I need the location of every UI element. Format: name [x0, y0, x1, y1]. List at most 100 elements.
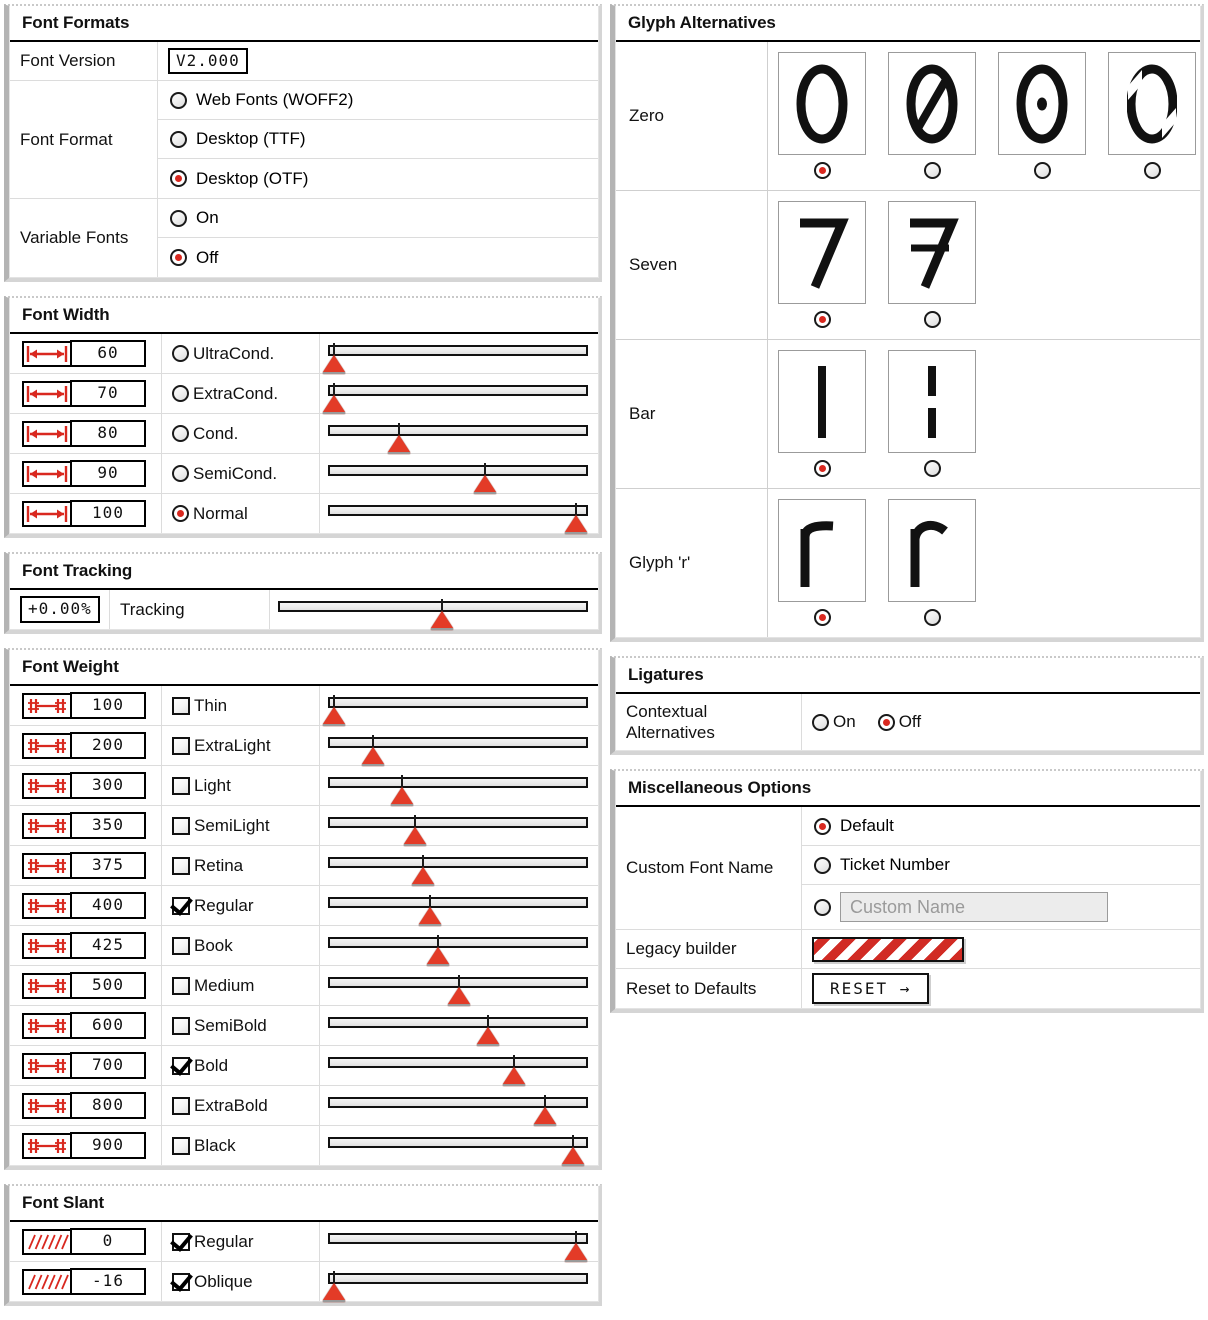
metric-value[interactable]: 90 [70, 460, 146, 487]
metric-value[interactable]: 425 [70, 932, 146, 959]
glyph-option[interactable] [888, 499, 976, 631]
radio-icon[interactable] [812, 713, 829, 731]
metric-value[interactable]: 60 [70, 340, 146, 367]
slider-track[interactable] [328, 385, 588, 396]
radio-icon[interactable] [1033, 162, 1051, 179]
option-toggle[interactable]: Cond. [162, 414, 320, 453]
radio-icon[interactable] [1143, 162, 1161, 179]
value-slider[interactable] [320, 886, 598, 926]
slider-thumb[interactable] [565, 515, 587, 534]
glyph-option[interactable] [888, 52, 976, 184]
checkbox-icon[interactable] [172, 1272, 190, 1291]
slider-track[interactable] [328, 897, 588, 908]
glyph-option[interactable] [778, 201, 866, 333]
slider-track[interactable] [328, 777, 588, 788]
tracking-value[interactable]: +0.00% [20, 596, 100, 623]
radio-option-woff2[interactable]: Web Fonts (WOFF2) [158, 81, 598, 120]
glyph-option[interactable] [778, 350, 866, 482]
seven-plain-icon[interactable] [778, 201, 866, 304]
metric-value[interactable]: 375 [70, 852, 146, 879]
slider-track[interactable] [328, 465, 588, 476]
slider-thumb[interactable] [533, 1107, 556, 1126]
slider-thumb[interactable] [323, 707, 346, 726]
slider-thumb[interactable] [419, 907, 442, 926]
radio-icon[interactable] [172, 465, 189, 482]
radio-option-ticket-number[interactable]: Ticket Number [802, 846, 1200, 885]
radio-icon[interactable] [172, 385, 189, 402]
radio-icon[interactable] [172, 345, 189, 362]
value-slider[interactable] [320, 374, 598, 414]
value-slider[interactable] [320, 846, 598, 886]
metric-value[interactable]: 300 [70, 772, 146, 799]
checkbox-icon[interactable] [172, 896, 190, 915]
value-slider[interactable] [320, 686, 598, 726]
metric-value[interactable]: 700 [70, 1052, 146, 1079]
option-toggle[interactable]: SemiBold [162, 1006, 320, 1045]
radio-icon[interactable] [170, 91, 187, 109]
radio-option-otf[interactable]: Desktop (OTF) [158, 159, 598, 198]
metric-value[interactable]: 900 [70, 1132, 146, 1159]
radio-icon[interactable] [813, 311, 831, 328]
zero-plain-icon[interactable] [778, 52, 866, 155]
slider-thumb[interactable] [362, 747, 385, 766]
slider-track[interactable] [328, 817, 588, 828]
radio-icon[interactable] [172, 505, 189, 522]
slider-track[interactable] [328, 425, 588, 436]
radio-icon[interactable] [813, 460, 831, 477]
slider-track[interactable] [328, 1137, 588, 1148]
custom-name-input[interactable]: Custom Name [840, 892, 1108, 922]
metric-value[interactable]: 400 [70, 892, 146, 919]
glyph-option[interactable] [998, 52, 1086, 184]
value-slider[interactable] [320, 726, 598, 766]
slider-track[interactable] [328, 1057, 588, 1068]
checkbox-icon[interactable] [172, 1096, 190, 1115]
slider-track[interactable] [328, 857, 588, 868]
option-toggle[interactable]: ExtraLight [162, 726, 320, 765]
slider-thumb[interactable] [323, 355, 346, 374]
option-toggle[interactable]: Book [162, 926, 320, 965]
radio-option-variable-off[interactable]: Off [158, 238, 598, 277]
radio-icon[interactable] [877, 713, 895, 731]
metric-value[interactable]: 100 [70, 692, 146, 719]
radio-icon[interactable] [923, 460, 941, 477]
glyph-option[interactable] [888, 350, 976, 482]
metric-value[interactable]: 80 [70, 420, 146, 447]
value-slider[interactable] [320, 1006, 598, 1046]
checkbox-icon[interactable] [172, 776, 190, 795]
option-toggle[interactable]: ExtraCond. [162, 374, 320, 413]
zero-dotted-icon[interactable] [998, 52, 1086, 155]
slider-thumb[interactable] [448, 987, 470, 1006]
value-slider[interactable] [320, 494, 598, 534]
metric-value[interactable]: 350 [70, 812, 146, 839]
radio-icon[interactable] [170, 170, 187, 187]
value-slider[interactable] [320, 1126, 598, 1166]
checkbox-icon[interactable] [172, 936, 190, 955]
slider-thumb[interactable] [388, 435, 411, 454]
value-slider[interactable] [320, 966, 598, 1006]
slider-track[interactable] [328, 345, 588, 356]
value-slider[interactable] [320, 926, 598, 966]
radio-option-ligatures-off[interactable]: Off [877, 712, 921, 732]
option-toggle[interactable]: Thin [162, 686, 320, 725]
metric-value[interactable]: 600 [70, 1012, 146, 1039]
checkbox-icon[interactable] [172, 976, 190, 995]
value-slider[interactable] [320, 1222, 598, 1262]
option-toggle[interactable]: SemiLight [162, 806, 320, 845]
radio-icon[interactable] [813, 162, 831, 179]
checkbox-icon[interactable] [172, 736, 190, 755]
glyph-option[interactable] [1108, 52, 1196, 184]
radio-icon[interactable] [170, 249, 187, 266]
tracking-slider[interactable] [270, 590, 598, 630]
checkbox-icon[interactable] [172, 1136, 190, 1155]
slider-thumb[interactable] [411, 867, 434, 886]
value-slider[interactable] [320, 766, 598, 806]
option-toggle[interactable]: Medium [162, 966, 320, 1005]
metric-value[interactable]: -16 [70, 1268, 146, 1295]
r-straight-icon[interactable] [778, 499, 866, 602]
radio-icon[interactable] [923, 162, 941, 179]
value-slider[interactable] [320, 414, 598, 454]
zero-cut-icon[interactable] [1108, 52, 1196, 155]
slider-thumb[interactable] [323, 395, 346, 414]
option-toggle[interactable]: Black [162, 1126, 320, 1165]
option-toggle[interactable]: Normal [162, 494, 320, 533]
